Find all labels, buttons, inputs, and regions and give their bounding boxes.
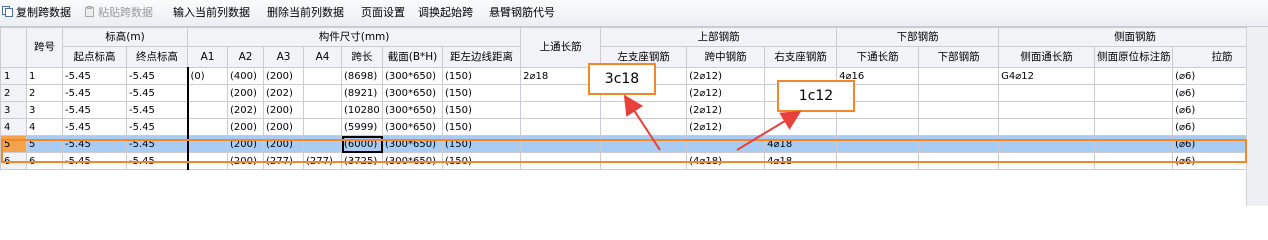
annotation-arrows: [623, 94, 802, 151]
arrow-to-left-callout: [623, 94, 661, 151]
arrow-to-right-callout: [736, 110, 802, 151]
